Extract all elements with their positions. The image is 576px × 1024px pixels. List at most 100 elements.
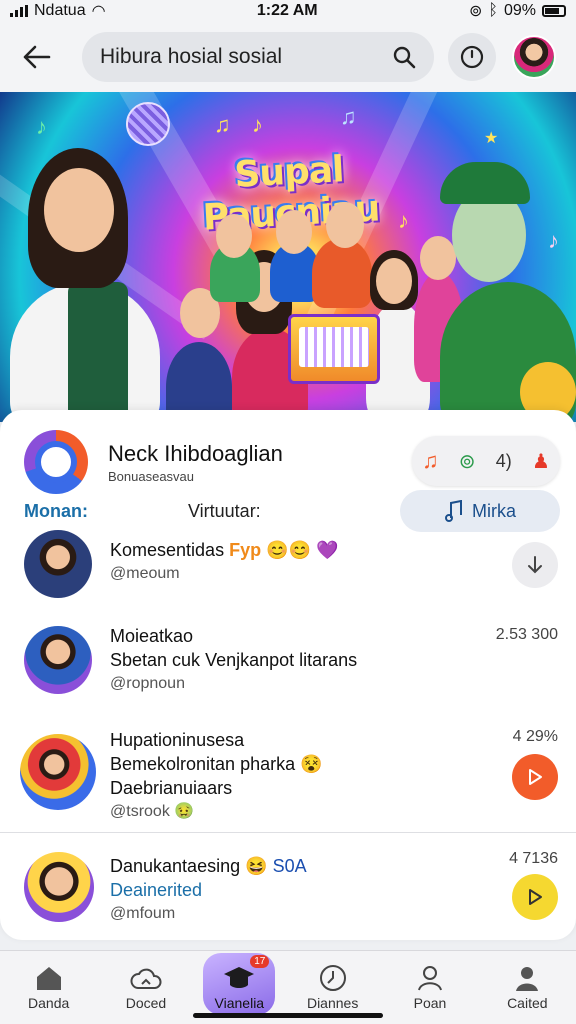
download-button[interactable]	[512, 542, 558, 588]
kid-face	[420, 236, 456, 280]
item-emoji: 😆	[245, 856, 268, 876]
item-title: Moieatkao	[110, 626, 194, 646]
battery-icon	[542, 5, 566, 17]
hero-banner[interactable]: ♪ ♫ ♪ ♫ ♪ ♪ ★ Supal Paucniau	[0, 92, 576, 422]
keyboard-prop	[288, 314, 380, 384]
nav-label: Vianelia	[214, 995, 265, 1011]
music-note-icon[interactable]: ♫	[422, 448, 439, 474]
play-icon	[529, 769, 542, 785]
item-handle: @tsrook	[110, 803, 170, 820]
item-emoji: 🤢	[174, 803, 195, 820]
item-handle: @mfoum	[110, 905, 176, 922]
cap-icon	[440, 162, 530, 204]
nav-item-caited[interactable]: Caited	[487, 961, 567, 1011]
nav-label: Danda	[28, 995, 70, 1011]
carrier-label: Ndatua	[34, 2, 86, 19]
kid-face	[326, 202, 364, 248]
item-emoji: 😊😊 💜	[266, 540, 339, 560]
notification-badge: 17	[250, 955, 270, 968]
item-emoji: 😵	[300, 754, 323, 774]
item-title-tag: S0A	[272, 856, 307, 876]
play-icon	[529, 889, 542, 905]
nav-label: Diannes	[306, 995, 359, 1011]
wifi-icon: ◠	[91, 3, 106, 20]
channel-subtitle: Bonuaseasvau	[108, 468, 195, 484]
search-input[interactable]: Hibura hosial sosial	[100, 45, 392, 69]
arrow-left-icon	[23, 45, 51, 69]
person-outline-icon	[417, 966, 442, 991]
alarm-icon: ⊚	[468, 3, 483, 20]
person-icon[interactable]: ♟	[532, 449, 550, 474]
signal-icon	[10, 5, 28, 17]
cloud-home-icon	[130, 968, 162, 989]
home-indicator	[193, 1013, 383, 1018]
status-time: 1:22 AM	[256, 2, 318, 19]
item-value: 2.53 300	[495, 626, 558, 643]
profile-avatar[interactable]	[512, 35, 556, 79]
nav-item-poan[interactable]: Poan	[390, 961, 470, 1011]
music-note-icon	[445, 500, 462, 522]
history-button[interactable]	[448, 33, 496, 81]
item-handle: @meoum	[110, 565, 180, 582]
list-item[interactable]: Komesentidas Fyp 😊😊 💜 @meoum	[0, 528, 576, 608]
item-description: Deainerited	[110, 880, 203, 900]
search-icon[interactable]	[392, 45, 416, 69]
nav-item-doced[interactable]: Doced	[106, 961, 186, 1011]
record-icon[interactable]: ⊚	[459, 449, 476, 474]
music-note-icon: ♪	[548, 228, 559, 253]
arrow-down-icon	[528, 556, 542, 574]
person-icon	[516, 967, 539, 991]
channel-actions-pill[interactable]: ♫ ⊚ 4) ♟	[412, 436, 560, 486]
kid-face	[376, 258, 412, 304]
music-note-icon: ♫	[340, 104, 357, 129]
item-description: Sbetan cuk Venjkanpot litarans	[110, 650, 358, 670]
meta-row: Monan: Virtuutar: Mirka	[24, 490, 560, 532]
host-left-shirt	[68, 282, 128, 422]
play-button[interactable]	[512, 754, 558, 800]
graduation-cap-icon	[224, 967, 255, 988]
item-thumbnail	[20, 734, 96, 810]
item-thumbnail	[24, 852, 94, 922]
host-left-face	[44, 168, 114, 252]
list-item[interactable]: Danukantaesing 😆 S0A Deainerited @mfoum …	[0, 846, 576, 936]
item-title: Hupationinusesa	[110, 730, 245, 750]
item-description-2: Daebrianuiaars	[110, 778, 233, 798]
nav-item-danda[interactable]: Danda	[9, 961, 89, 1011]
kid-face	[276, 210, 312, 254]
item-description: Bemekolronitan pharka	[110, 754, 296, 774]
play-button[interactable]	[512, 874, 558, 920]
pill-label: 4)	[495, 450, 512, 471]
clock-icon	[460, 45, 484, 69]
back-button[interactable]	[14, 34, 60, 80]
clock-icon	[319, 965, 346, 991]
nav-label: Caited	[507, 995, 548, 1011]
divider	[0, 832, 576, 833]
kid-face	[216, 214, 252, 258]
item-title: Danukantaesing	[110, 856, 241, 876]
item-handle: @ropnoun	[110, 675, 185, 692]
meta-label-left: Monan:	[24, 500, 88, 521]
search-field[interactable]: Hibura hosial sosial	[82, 32, 434, 82]
item-thumbnail	[24, 530, 92, 598]
disco-ball-icon	[126, 102, 170, 146]
home-icon	[36, 967, 61, 990]
music-note-icon: ♪	[36, 114, 47, 139]
nav-item-vianelia[interactable]: 17 Vianelia	[203, 953, 276, 1015]
bluetooth-icon: ᛒ	[488, 2, 498, 19]
list-item[interactable]: Hupationinusesa Bemekolronitan pharka 😵 …	[0, 726, 576, 836]
status-bar: Ndatua ◠ 1:22 AM ⊚ ᛒ 09%	[0, 0, 576, 22]
music-note-icon: ♪	[252, 112, 263, 137]
mirka-button[interactable]: Mirka	[400, 490, 560, 532]
list-item[interactable]: Moieatkao Sbetan cuk Venjkanpot litarans…	[0, 620, 576, 720]
star-icon: ★	[484, 130, 499, 147]
channel-logo	[24, 430, 88, 494]
nav-item-diannes[interactable]: Diannes	[293, 961, 373, 1011]
item-thumbnail	[24, 626, 92, 694]
channel-name: Neck Ihibdoaglian	[108, 440, 283, 466]
battery-percent: 09%	[503, 2, 536, 19]
nav-label: Doced	[125, 995, 167, 1011]
meta-label-middle: Virtuutar:	[187, 500, 261, 521]
top-bar: Hibura hosial sosial	[0, 22, 576, 92]
music-note-icon: ♫	[214, 112, 231, 137]
kid-figure	[312, 238, 372, 308]
